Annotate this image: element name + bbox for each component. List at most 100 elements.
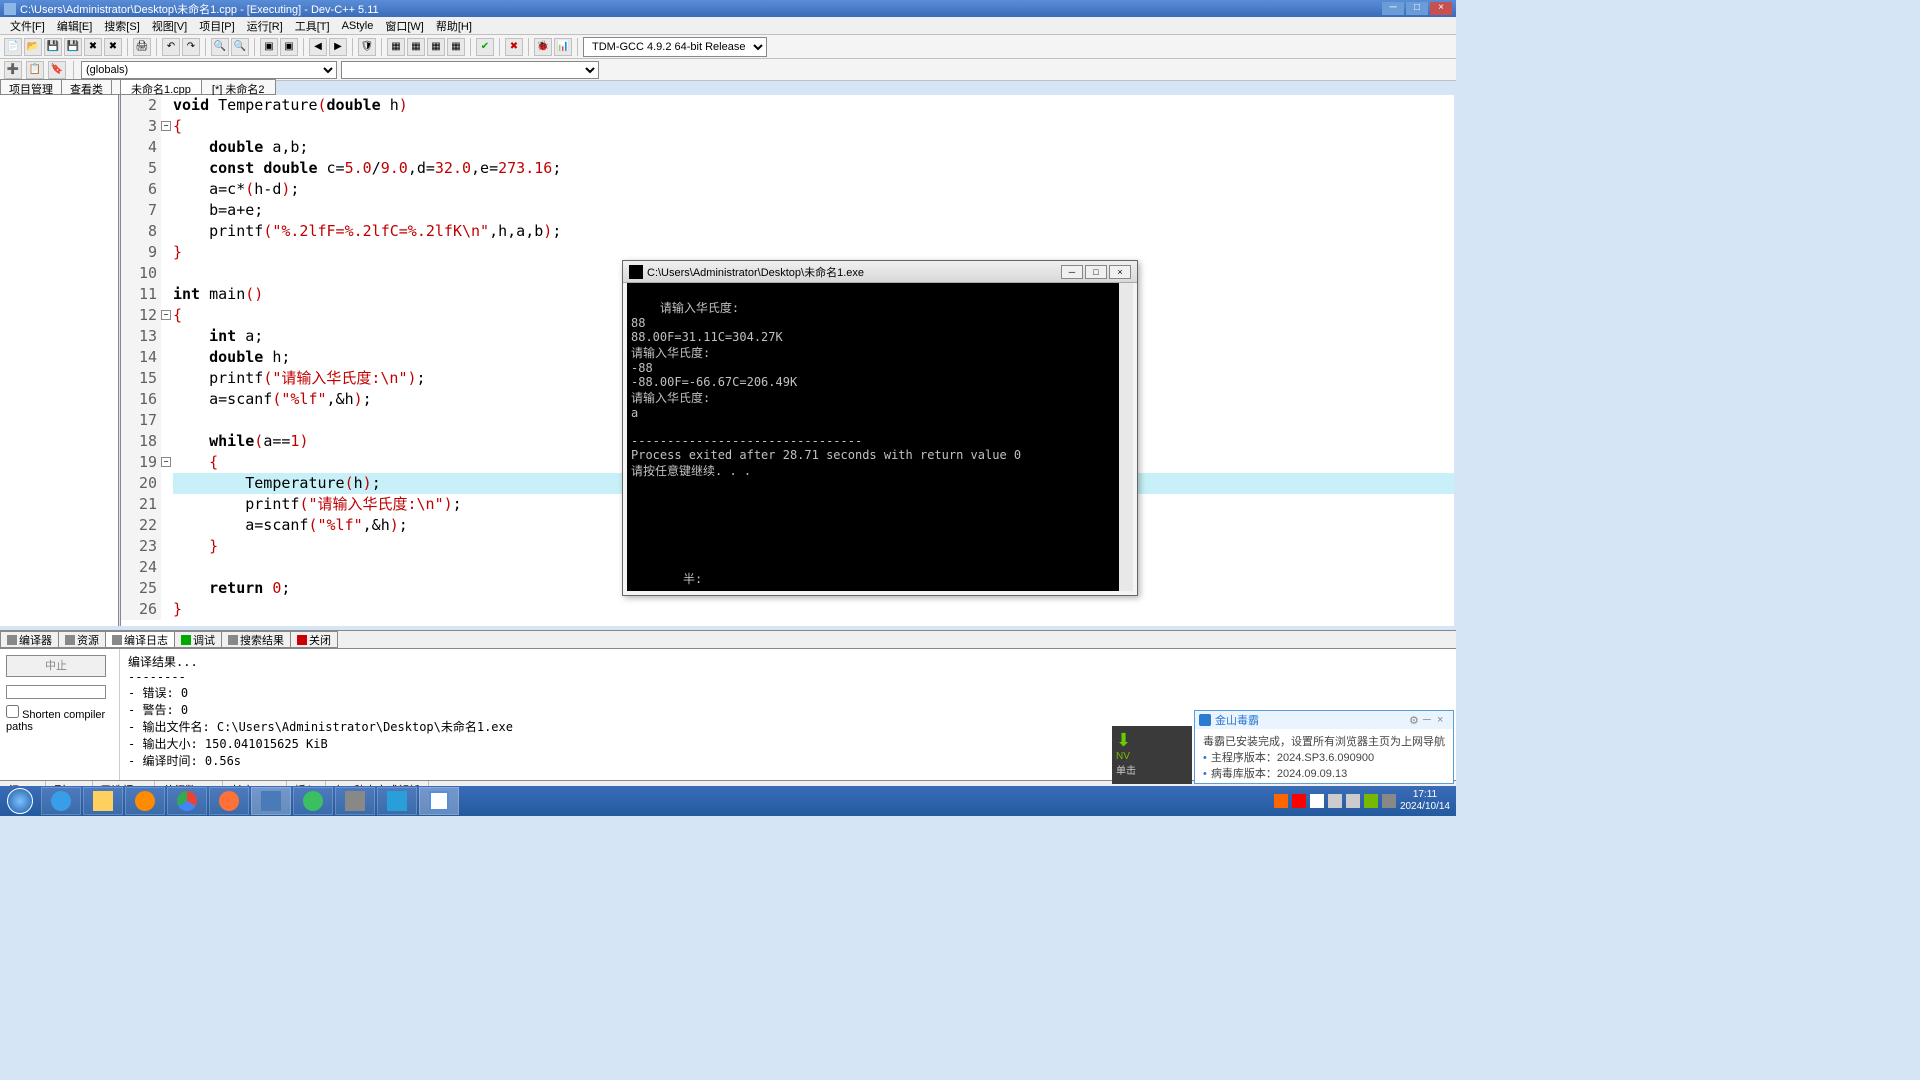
open-icon[interactable]: 📂 — [24, 38, 42, 56]
btab-debug[interactable]: 调试 — [174, 631, 222, 648]
btab-resources[interactable]: 资源 — [58, 631, 106, 648]
btab-log[interactable]: 编译日志 — [105, 631, 175, 648]
green-icon — [303, 791, 323, 811]
sidetab-project[interactable]: 项目管理 — [0, 79, 62, 95]
replace-icon[interactable]: 🔍 — [231, 38, 249, 56]
ie-icon — [51, 791, 71, 811]
task-ie[interactable] — [41, 787, 81, 815]
tray-misc-icon[interactable] — [1382, 794, 1396, 808]
notif-close-icon[interactable]: × — [1437, 714, 1449, 726]
windows-orb-icon — [7, 788, 33, 814]
menu-edit[interactable]: 编辑[E] — [51, 18, 98, 34]
menu-file[interactable]: 文件[F] — [4, 18, 51, 34]
bookmark2-icon[interactable]: 🔖 — [48, 61, 66, 79]
secondary-toolbar: ➕ 📋 🔖 (globals) — [0, 59, 1456, 81]
sidetab-class[interactable]: 查看类 — [61, 79, 112, 95]
nvidia-peek[interactable]: ⬇ NV 单击 — [1112, 726, 1192, 784]
task-firefox[interactable] — [209, 787, 249, 815]
tray-volume-icon[interactable] — [1328, 794, 1342, 808]
menu-search[interactable]: 搜索[S] — [98, 18, 145, 34]
stop-icon[interactable]: ✖ — [505, 38, 523, 56]
menu-astyle[interactable]: AStyle — [336, 20, 380, 32]
debug-icon[interactable]: 🐞 — [534, 38, 552, 56]
tray-icon-1[interactable] — [1274, 794, 1288, 808]
undo-icon[interactable]: ↶ — [162, 38, 180, 56]
minimize-button[interactable]: ─ — [1382, 2, 1404, 15]
compile-left-panel: 中止 Shorten compiler paths — [0, 649, 120, 780]
close-button[interactable]: × — [1430, 2, 1452, 15]
btab-close[interactable]: 关闭 — [290, 631, 338, 648]
menu-project[interactable]: 项目[P] — [193, 18, 240, 34]
compile-icon[interactable]: ▦ — [387, 38, 405, 56]
fold-toggle-icon[interactable]: − — [161, 457, 171, 467]
task-app2[interactable] — [335, 787, 375, 815]
newproj-icon[interactable]: ➕ — [4, 61, 22, 79]
console-window[interactable]: C:\Users\Administrator\Desktop\未命名1.exe … — [622, 260, 1138, 596]
menu-tools[interactable]: 工具[T] — [289, 18, 336, 34]
clock[interactable]: 17:11 2024/10/14 — [1400, 789, 1450, 813]
menu-help[interactable]: 帮助[H] — [430, 18, 478, 34]
start-button[interactable] — [0, 786, 40, 816]
insert-icon[interactable]: 📋 — [26, 61, 44, 79]
console-close[interactable]: × — [1109, 265, 1131, 279]
gear-icon — [345, 791, 365, 811]
bookmark-icon[interactable]: ▣ — [280, 38, 298, 56]
print-icon[interactable]: 🖨 — [133, 38, 151, 56]
stop-button[interactable]: 中止 — [6, 655, 106, 677]
notif-settings-icon[interactable]: ⚙ — [1409, 714, 1421, 726]
console-output[interactable]: 请输入华氏度: 88 88.00F=31.11C=304.27K 请输入华氏度:… — [627, 283, 1133, 591]
compilerun-icon[interactable]: ▦ — [427, 38, 445, 56]
media-icon — [135, 791, 155, 811]
find-icon[interactable]: 🔍 — [211, 38, 229, 56]
tray-flag-icon[interactable] — [1310, 794, 1324, 808]
tray-icon-2[interactable] — [1292, 794, 1306, 808]
member-combo[interactable] — [341, 61, 599, 79]
menu-window[interactable]: 窗口[W] — [379, 18, 430, 34]
btab-compiler[interactable]: 编译器 — [0, 631, 59, 648]
new-icon[interactable]: 📄 — [4, 38, 22, 56]
task-app1[interactable] — [293, 787, 333, 815]
menu-run[interactable]: 运行[R] — [241, 18, 289, 34]
shorten-paths-checkbox[interactable]: Shorten compiler paths — [6, 705, 113, 733]
editor-tab-1[interactable]: 未命名1.cpp — [120, 79, 202, 95]
tray-nvidia-icon[interactable] — [1364, 794, 1378, 808]
closeall-icon[interactable]: ✖ — [104, 38, 122, 56]
compiler-select[interactable]: TDM-GCC 4.9.2 64-bit Release — [583, 37, 767, 57]
console-minimize[interactable]: ─ — [1061, 265, 1083, 279]
tray-network-icon[interactable] — [1346, 794, 1360, 808]
shield-icon — [1199, 714, 1211, 726]
forward-icon[interactable]: ▶ — [329, 38, 347, 56]
rebuild-icon[interactable]: ▦ — [447, 38, 465, 56]
save-icon[interactable]: 💾 — [44, 38, 62, 56]
task-devcpp[interactable] — [251, 787, 291, 815]
download-arrow-icon: ⬇ — [1116, 730, 1188, 751]
task-console[interactable] — [419, 787, 459, 815]
run-icon[interactable]: ▦ — [407, 38, 425, 56]
window-title: C:\Users\Administrator\Desktop\未命名1.cpp … — [20, 1, 1380, 17]
console-maximize[interactable]: □ — [1085, 265, 1107, 279]
check-icon[interactable]: ✔ — [476, 38, 494, 56]
task-app3[interactable] — [377, 787, 417, 815]
fold-toggle-icon[interactable]: − — [161, 121, 171, 131]
btab-search[interactable]: 搜索结果 — [221, 631, 291, 648]
redo-icon[interactable]: ↷ — [182, 38, 200, 56]
task-chrome[interactable] — [167, 787, 207, 815]
devcpp-icon — [261, 791, 281, 811]
console-scrollbar[interactable] — [1119, 283, 1133, 591]
profile-icon[interactable]: 📊 — [554, 38, 572, 56]
shield-icon[interactable]: 🛡 — [358, 38, 376, 56]
close-icon[interactable]: ✖ — [84, 38, 102, 56]
fold-toggle-icon[interactable]: − — [161, 310, 171, 320]
menu-view[interactable]: 视图[V] — [146, 18, 193, 34]
saveall-icon[interactable]: 💾 — [64, 38, 82, 56]
back-icon[interactable]: ◀ — [309, 38, 327, 56]
notif-min-icon[interactable]: ─ — [1423, 714, 1435, 726]
maximize-button[interactable]: □ — [1406, 2, 1428, 15]
task-explorer[interactable] — [83, 787, 123, 815]
goto-icon[interactable]: ▣ — [260, 38, 278, 56]
scope-combo[interactable]: (globals) — [81, 61, 337, 79]
editor-tab-2[interactable]: [*] 未命名2 — [201, 79, 276, 95]
console-titlebar[interactable]: C:\Users\Administrator\Desktop\未命名1.exe … — [623, 261, 1137, 283]
task-media[interactable] — [125, 787, 165, 815]
antivirus-notification[interactable]: 金山毒霸 ⚙ ─ × 毒霸已安装完成，设置所有浏览器主页为上网导航 •主程序版本… — [1194, 710, 1454, 784]
